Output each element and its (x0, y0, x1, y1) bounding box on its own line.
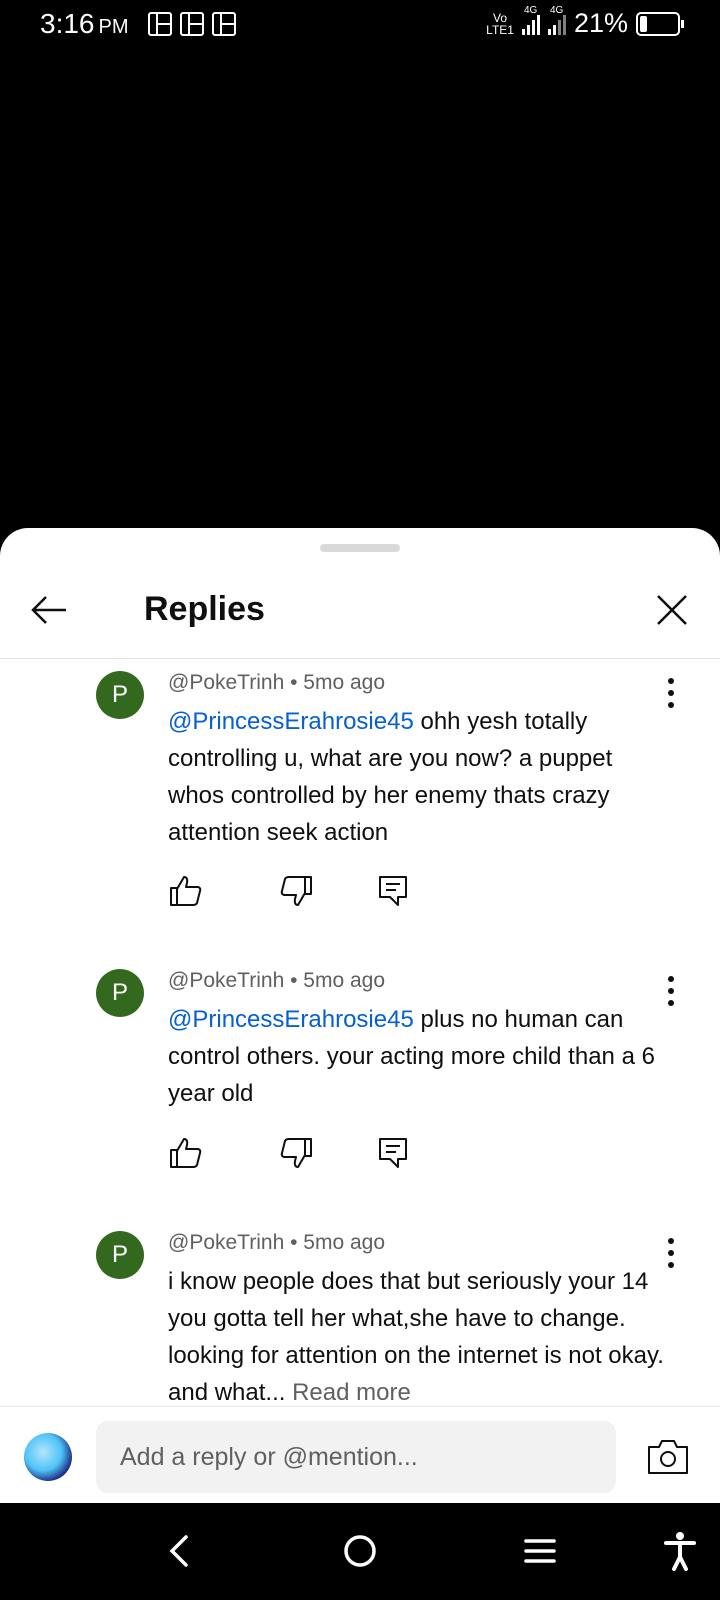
camera-button[interactable] (646, 1437, 690, 1477)
meta-separator: • (290, 1231, 298, 1254)
comment-author[interactable]: @PokeTrinh (168, 671, 284, 694)
thumbs-down-icon (280, 876, 312, 906)
like-button[interactable] (168, 873, 204, 909)
comment-body: i know people does that but seriously yo… (168, 1268, 664, 1406)
read-more-link[interactable]: Read more (292, 1379, 411, 1406)
drag-handle[interactable] (320, 544, 400, 552)
like-button[interactable] (168, 1135, 204, 1171)
menu-lines-icon (524, 1539, 556, 1563)
arrow-left-icon (31, 596, 66, 624)
comment-text: i know people does that but seriously yo… (168, 1263, 668, 1407)
comment-meta: @PokeTrinh • 5mo ago (168, 969, 385, 993)
comment-item: P @PokeTrinh • 5mo ago i know people doe… (0, 1219, 720, 1407)
comment-icon (379, 1138, 407, 1168)
meta-separator: • (290, 671, 298, 694)
status-right: Vo LTE1 4G 4G 21% (486, 5, 684, 39)
nav-home-button[interactable] (336, 1527, 384, 1575)
back-button[interactable] (26, 586, 74, 634)
replies-sheet: Replies P @PokeTrinh • 5mo ago @Princess… (0, 528, 720, 1503)
status-ampm: PM (98, 16, 129, 38)
notification-icon (180, 12, 204, 36)
comment-actions (168, 873, 428, 913)
comment-text: @PrincessErahrosie45 ohh yesh totally co… (168, 703, 668, 851)
battery-icon (636, 11, 684, 36)
avatar[interactable]: P (96, 671, 144, 719)
signal-2-label: 4G (549, 4, 564, 16)
reply-button[interactable] (376, 1135, 412, 1171)
camera-icon (648, 1440, 688, 1474)
battery-level (640, 15, 647, 32)
status-time: 3:16 PM (40, 8, 129, 40)
reply-button[interactable] (376, 873, 412, 909)
meta-separator: • (290, 969, 298, 992)
dislike-button[interactable] (278, 1135, 314, 1171)
mention-link[interactable]: @PrincessErahrosie45 (168, 708, 414, 735)
mention-link[interactable]: @PrincessErahrosie45 (168, 1006, 414, 1033)
nav-back-button[interactable] (156, 1527, 204, 1575)
signal-1-label: 4G (523, 4, 538, 16)
comment-actions (168, 1135, 428, 1175)
replies-list[interactable]: P @PokeTrinh • 5mo ago @PrincessErahrosi… (0, 659, 720, 1407)
comment-icon (379, 876, 407, 906)
circle-home-icon (344, 1535, 376, 1567)
comment-time: 5mo ago (303, 969, 386, 992)
avatar[interactable]: P (96, 1231, 144, 1279)
comment-author[interactable]: @PokeTrinh (168, 1231, 284, 1254)
signal-1-icon: 4G (521, 5, 540, 35)
system-nav-bar (0, 1503, 720, 1600)
battery-percent: 21% (573, 8, 628, 38)
status-time-value: 3:16 (40, 8, 95, 39)
sheet-header: Replies (0, 568, 720, 659)
thumbs-up-icon (170, 876, 202, 906)
close-button[interactable] (648, 586, 696, 634)
comment-text: @PrincessErahrosie45 plus no human can c… (168, 1001, 668, 1112)
nav-recents-button[interactable] (516, 1527, 564, 1575)
comment-author[interactable]: @PokeTrinh (168, 969, 284, 992)
status-bar: 3:16 PM Vo LTE1 4G 4G 21% (0, 0, 720, 52)
page-title: Replies (144, 590, 265, 628)
thumbs-up-icon (170, 1138, 202, 1168)
reply-composer: Add a reply or @mention... (0, 1406, 720, 1504)
comment-item: P @PokeTrinh • 5mo ago @PrincessErahrosi… (0, 659, 720, 949)
avatar[interactable]: P (96, 969, 144, 1017)
notification-icon (212, 12, 236, 36)
accessibility-icon (664, 1532, 696, 1571)
comment-time: 5mo ago (303, 1231, 386, 1254)
volte-bottom: LTE1 (486, 22, 514, 37)
thumbs-down-icon (280, 1138, 312, 1168)
signal-2-icon: 4G (547, 5, 566, 35)
reply-input[interactable]: Add a reply or @mention... (96, 1421, 616, 1493)
notification-icon (148, 12, 172, 36)
chevron-left-icon (169, 1535, 188, 1567)
notification-icons (148, 12, 236, 36)
close-icon (657, 595, 687, 625)
dislike-button[interactable] (278, 873, 314, 909)
avatar (24, 1433, 72, 1481)
comment-meta: @PokeTrinh • 5mo ago (168, 1231, 385, 1255)
accessibility-button[interactable] (656, 1527, 704, 1575)
comment-time: 5mo ago (303, 671, 386, 694)
comment-item: P @PokeTrinh • 5mo ago @PrincessErahrosi… (0, 957, 720, 1207)
volte-indicator: Vo LTE1 (486, 12, 514, 36)
comment-meta: @PokeTrinh • 5mo ago (168, 671, 385, 695)
volte-top: Vo (493, 10, 508, 25)
